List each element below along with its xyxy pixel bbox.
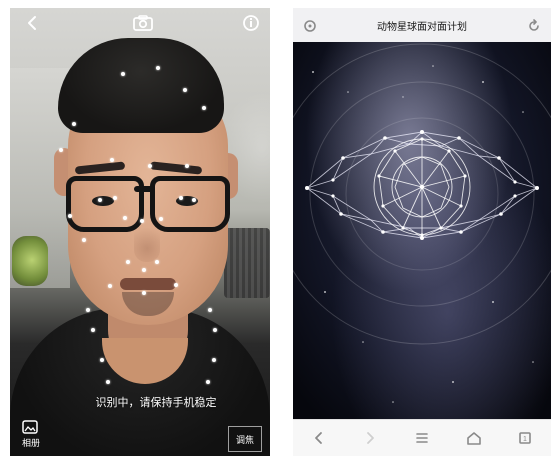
face-landmark-dot xyxy=(148,164,152,168)
galaxy-top-bar: 动物星球面对面计划 xyxy=(293,8,551,43)
face-landmark-dot xyxy=(179,196,183,200)
face-landmark-dot xyxy=(212,358,216,362)
face-landmark-dot xyxy=(82,238,86,242)
face-landmark-dot xyxy=(202,106,206,110)
browser-nav-bar: 1 xyxy=(293,419,551,456)
background-plant xyxy=(12,236,48,286)
background-chair xyxy=(224,228,270,298)
face-landmark-dot xyxy=(106,380,110,384)
settings-icon[interactable] xyxy=(303,18,317,32)
menu-nav-icon[interactable] xyxy=(414,430,430,446)
galaxy-view xyxy=(293,42,551,428)
face-landmark-dot xyxy=(206,380,210,384)
face-landmark-dot xyxy=(183,88,187,92)
face-landmark-dot xyxy=(192,198,196,202)
mouth xyxy=(120,278,176,290)
face-landmark-dot xyxy=(59,148,63,152)
face-landmark-dot xyxy=(140,219,144,223)
face-landmark-dot xyxy=(126,260,130,264)
album-button[interactable]: 相册 xyxy=(22,420,58,456)
face-scan-camera-screen: 识别中，请保持手机稳定 相册 调焦 xyxy=(10,8,270,456)
face-landmark-dot xyxy=(142,268,146,272)
home-nav-icon[interactable] xyxy=(466,430,482,446)
face-landmark-dot xyxy=(108,284,112,288)
face-landmark-dot xyxy=(100,358,104,362)
face-landmark-dot xyxy=(68,214,72,218)
face-landmark-dot xyxy=(174,283,178,287)
face-landmark-dot xyxy=(155,260,159,264)
face-landmark-dot xyxy=(86,308,90,312)
galaxy-title: 动物星球面对面计划 xyxy=(377,22,467,33)
forward-nav-icon[interactable] xyxy=(362,430,378,446)
face-landmark-dot xyxy=(98,198,102,202)
face-landmark-dot xyxy=(142,291,146,295)
album-label: 相册 xyxy=(22,439,41,449)
left-eye xyxy=(92,196,114,206)
face-landmark-dot xyxy=(113,196,117,200)
face-landmark-dot xyxy=(72,122,76,126)
glasses-bridge xyxy=(134,186,154,192)
planet-screen: 动物星球面对面计划 1 xyxy=(293,8,551,456)
camera-icon[interactable] xyxy=(132,14,154,32)
back-icon[interactable] xyxy=(24,14,42,32)
face-landmark-dot xyxy=(185,164,189,168)
galaxy-visual xyxy=(293,42,551,428)
focus-button[interactable]: 调焦 xyxy=(228,426,262,452)
info-icon[interactable] xyxy=(242,14,260,32)
face-landmark-dot xyxy=(123,216,127,220)
album-icon xyxy=(22,420,38,434)
face-landmark-dot xyxy=(156,66,160,70)
face-landmark-dot xyxy=(121,72,125,76)
camera-top-bar xyxy=(10,8,270,38)
refresh-icon[interactable] xyxy=(527,18,541,32)
face-landmark-dot xyxy=(213,328,217,332)
face-landmark-dot xyxy=(91,328,95,332)
nose xyxy=(134,216,160,262)
face-landmark-dot xyxy=(159,217,163,221)
face-landmark-dot xyxy=(208,308,212,312)
tabs-count: 1 xyxy=(523,436,527,443)
scan-status-text: 识别中，请保持手机稳定 xyxy=(95,396,217,409)
face-landmark-dot xyxy=(110,158,114,162)
back-nav-icon[interactable] xyxy=(311,430,327,446)
tabs-nav-icon[interactable]: 1 xyxy=(517,430,533,446)
